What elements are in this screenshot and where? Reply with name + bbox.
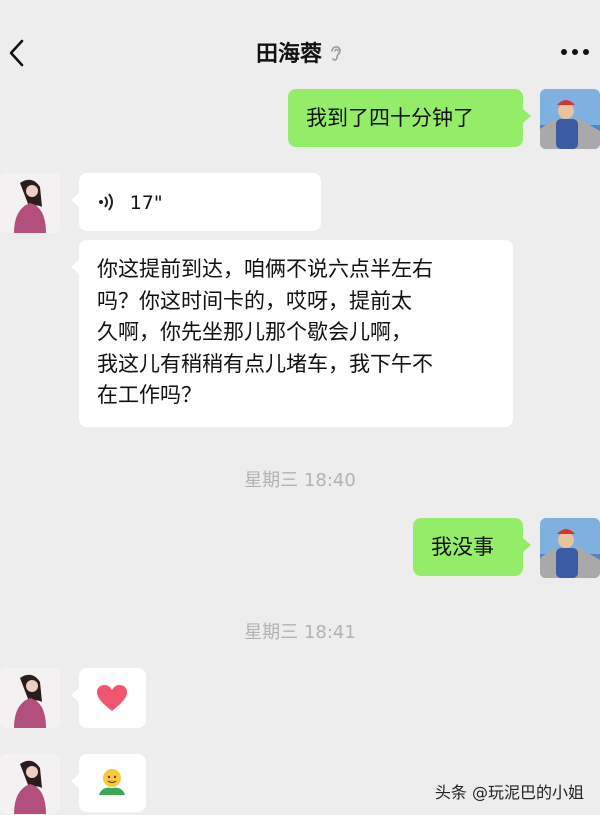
timestamp: 星期三 18:41 — [244, 622, 356, 643]
message-text: 我没事 — [431, 535, 494, 559]
ear-icon — [331, 46, 341, 61]
sent-message-bubble[interactable]: 我没事 — [413, 518, 531, 576]
voice-duration: 17" — [129, 192, 163, 214]
chat-header: 田海蓉 — [0, 0, 600, 100]
my-avatar[interactable] — [540, 89, 600, 149]
contact-avatar[interactable] — [0, 754, 60, 814]
timestamp: 星期三 18:40 — [244, 470, 356, 491]
emoji-message-bubble[interactable] — [71, 668, 146, 728]
hug-emoji-icon — [99, 769, 125, 795]
message-line: 吗？你这时间卡的，哎呀，提前太 — [97, 288, 412, 313]
voice-message-bubble[interactable]: 17" — [71, 173, 321, 231]
contact-avatar[interactable] — [0, 173, 60, 233]
chat-title-wrap: 田海蓉 — [0, 36, 600, 68]
received-message-bubble[interactable]: 你这提前到达，咱俩不说六点半左右 吗？你这时间卡的，哎呀，提前太 久啊，你先坐那… — [71, 240, 513, 427]
watermark: 头条 @玩泥巴的小姐 — [434, 783, 584, 802]
contact-avatar[interactable] — [0, 668, 60, 728]
voice-wave-icon — [99, 193, 113, 211]
message-line: 在工作吗？ — [97, 383, 202, 407]
message-line: 我这儿有稍稍有点儿堵车，我下午不 — [97, 351, 433, 376]
more-dots-icon[interactable] — [558, 44, 592, 60]
emoji-message-bubble[interactable] — [71, 754, 146, 812]
sent-message-bubble[interactable]: 我到了四十分钟了 — [288, 89, 531, 147]
heart-icon — [97, 685, 127, 711]
message-line: 久啊，你先坐那儿那个歇会儿啊， — [97, 320, 412, 344]
message-text: 我到了四十分钟了 — [306, 106, 474, 130]
chat-title: 田海蓉 — [255, 42, 322, 67]
my-avatar[interactable] — [540, 518, 600, 578]
message-line: 你这提前到达，咱俩不说六点半左右 — [97, 257, 433, 281]
